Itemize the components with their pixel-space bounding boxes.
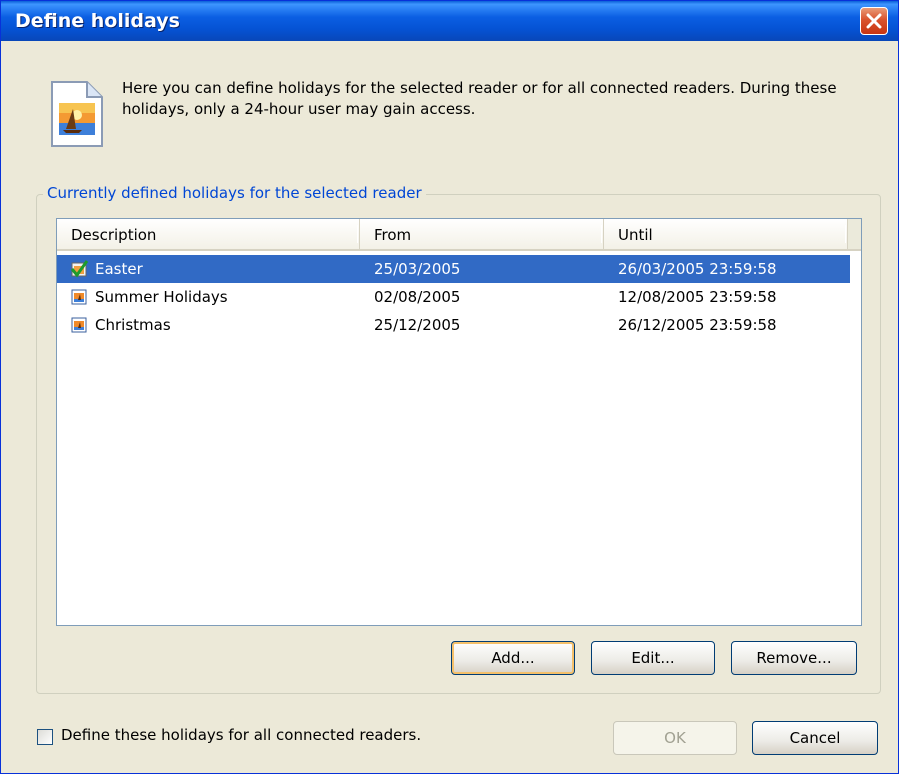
intro-text: Here you can define holidays for the sel… xyxy=(122,79,837,118)
column-header-description[interactable]: Description xyxy=(57,219,360,249)
title-bar[interactable]: Define holidays xyxy=(1,1,898,41)
define-holidays-dialog: Define holidays Here you can define holi… xyxy=(0,0,899,774)
edit-button[interactable]: Edit... xyxy=(591,641,715,675)
add-button[interactable]: Add... xyxy=(451,641,575,675)
all-readers-checkbox-label[interactable]: Define these holidays for all connected … xyxy=(61,726,421,744)
cell-from: 25/03/2005 xyxy=(374,260,461,278)
list-row-easter[interactable]: Easter 25/03/2005 26/03/2005 23:59:58 xyxy=(57,255,850,283)
cell-description: Christmas xyxy=(95,316,171,334)
cell-from: 25/12/2005 xyxy=(374,316,461,334)
column-header-from[interactable]: From xyxy=(360,219,604,249)
cell-until: 12/08/2005 23:59:58 xyxy=(618,288,777,306)
group-legend: Currently defined holidays for the selec… xyxy=(43,184,426,202)
all-readers-checkbox[interactable] xyxy=(37,729,53,745)
holiday-document-icon xyxy=(51,81,103,147)
cell-description: Summer Holidays xyxy=(95,288,228,306)
list-row-summer-holidays[interactable]: Summer Holidays 02/08/2005 12/08/2005 23… xyxy=(57,283,850,311)
list-header: Description From Until xyxy=(57,219,861,251)
cancel-button[interactable]: Cancel xyxy=(752,721,878,755)
holiday-icon xyxy=(71,317,87,333)
cell-until: 26/03/2005 23:59:58 xyxy=(618,260,777,278)
window-title: Define holidays xyxy=(15,10,180,32)
active-holiday-check-icon xyxy=(70,260,88,278)
ok-button[interactable]: OK xyxy=(613,721,737,755)
close-icon xyxy=(866,13,882,29)
holiday-icon xyxy=(71,289,87,305)
cell-description: Easter xyxy=(95,260,143,278)
column-header-until[interactable]: Until xyxy=(604,219,848,249)
cell-until: 26/12/2005 23:59:58 xyxy=(618,316,777,334)
list-row-christmas[interactable]: Christmas 25/12/2005 26/12/2005 23:59:58 xyxy=(57,311,850,339)
holidays-list[interactable]: Description From Until Easter 25/03/2005… xyxy=(56,218,862,626)
cell-from: 02/08/2005 xyxy=(374,288,461,306)
close-button[interactable] xyxy=(860,7,888,35)
remove-button[interactable]: Remove... xyxy=(731,641,857,675)
